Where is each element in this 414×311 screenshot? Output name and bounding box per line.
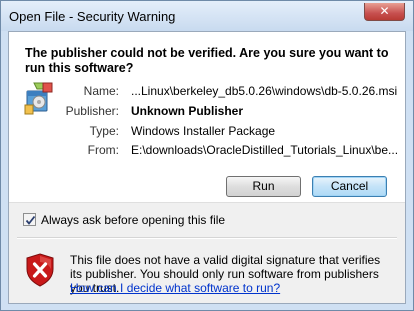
from-value: E:\downloads\OracleDistilled_Tutorials_L… bbox=[131, 143, 399, 157]
always-ask-checkbox[interactable] bbox=[23, 213, 36, 226]
window-title: Open File - Security Warning bbox=[9, 9, 176, 24]
always-ask-label[interactable]: Always ask before opening this file bbox=[41, 213, 225, 227]
checkmark-icon bbox=[25, 215, 36, 225]
dialog-heading: The publisher could not be verified. Are… bbox=[25, 46, 389, 75]
help-link[interactable]: How can I decide what software to run? bbox=[70, 281, 280, 295]
divider bbox=[17, 237, 397, 239]
publisher-value: Unknown Publisher bbox=[131, 104, 244, 118]
publisher-label: Publisher: bbox=[65, 104, 119, 118]
security-warning-dialog: Open File - Security Warning ✕ The publi… bbox=[0, 0, 414, 311]
name-label: Name: bbox=[83, 84, 119, 98]
file-name-value: ...Linux\berkeley_db5.0.26\windows\db-5.… bbox=[131, 84, 398, 98]
from-label: From: bbox=[87, 143, 119, 157]
title-bar[interactable]: Open File - Security Warning ✕ bbox=[1, 1, 413, 31]
close-button[interactable]: ✕ bbox=[364, 3, 405, 21]
run-button[interactable]: Run bbox=[226, 176, 301, 197]
type-label: Type: bbox=[89, 124, 119, 138]
dialog-body: The publisher could not be verified. Are… bbox=[8, 31, 406, 304]
details-panel: The publisher could not be verified. Are… bbox=[9, 32, 405, 203]
type-value: Windows Installer Package bbox=[131, 124, 276, 138]
cancel-button[interactable]: Cancel bbox=[312, 176, 387, 197]
shield-warning-icon bbox=[25, 253, 55, 287]
